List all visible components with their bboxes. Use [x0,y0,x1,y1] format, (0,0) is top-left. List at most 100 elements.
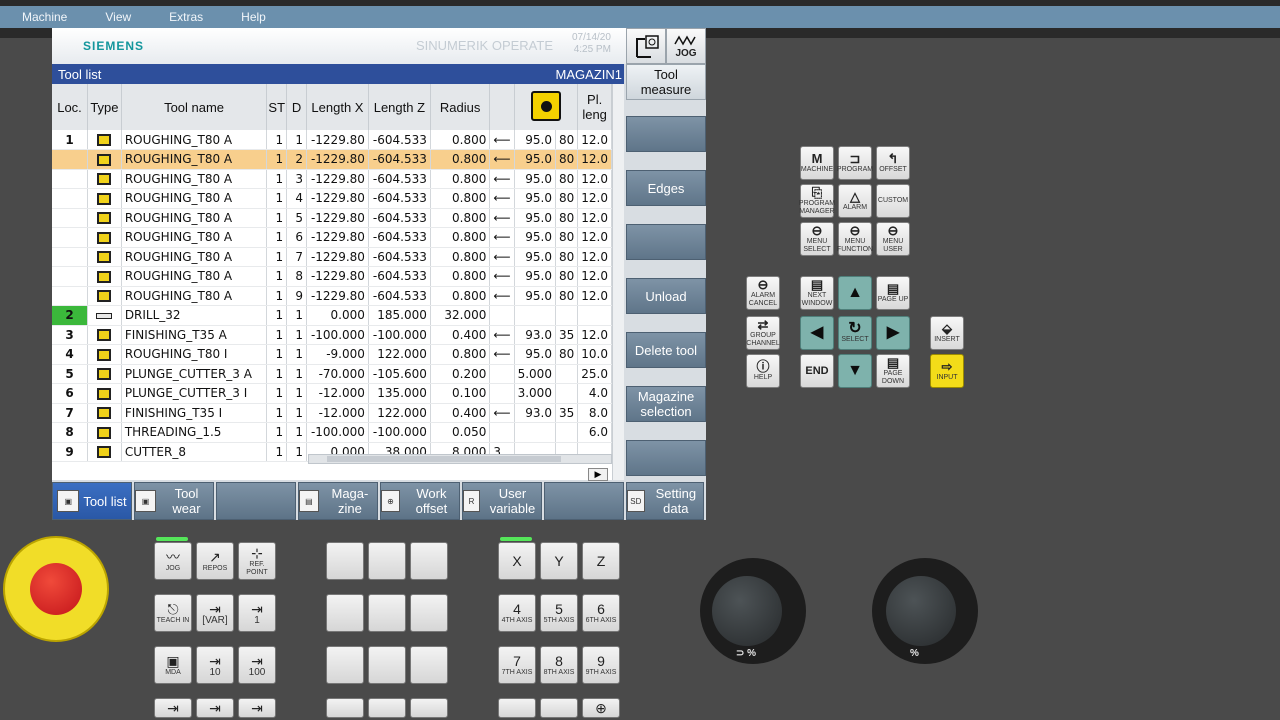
axis-blank-key-2[interactable] [540,698,578,718]
horizontal-scrollbar[interactable] [308,454,612,464]
menu-extras[interactable]: Extras [169,10,203,24]
var-key[interactable]: ⇥ [VAR] [196,594,234,632]
repos-key[interactable]: ↗ REPOS [196,542,234,580]
menu-help[interactable]: Help [241,10,266,24]
softkey-tool-wear[interactable]: ▣ Tool wear [134,482,214,520]
table-row[interactable]: ROUGHING_T80 A 1 6 -1229.80 -604.533 0.800 ⟵ 95… [52,227,612,248]
menu-select-key[interactable]: ⊖ MENU SELECT [800,222,834,256]
feed-override-knob[interactable] [712,576,782,646]
blank-key-4[interactable] [326,594,364,632]
blank-key-3[interactable] [410,542,448,580]
softkey-empty-1[interactable] [626,116,706,152]
blank-key-11[interactable] [368,698,406,718]
page-up-key[interactable]: ▤ PAGE UP [876,276,910,310]
softkey-empty-2[interactable] [626,224,706,260]
blank-key-5[interactable] [368,594,406,632]
softkey-empty-h1[interactable] [216,482,296,520]
arrow-left-key[interactable]: ◀ [800,316,834,350]
table-row[interactable]: 6 PLUNGE_CUTTER_3 I 1 1 -12.000 135.000 0.100 3… [52,383,612,404]
blank-key-2[interactable] [368,542,406,580]
inc1000-key[interactable]: ⇥ [196,698,234,718]
softkey-more-icon[interactable] [626,440,706,476]
program-manager-key[interactable]: ⎘ PROGRAM MANAGER [799,184,835,218]
emergency-stop-button[interactable] [30,563,82,615]
machine-key[interactable]: M MACHINE [800,146,834,180]
spindle-override-knob[interactable] [886,576,956,646]
table-row[interactable]: ROUGHING_T80 A 1 4 -1229.80 -604.533 0.800 ⟵ 95… [52,188,612,209]
next-window-key[interactable]: ▤ NEXT WINDOW [800,276,834,310]
softkey-setting-data[interactable]: SD Setting data [626,482,704,520]
axis5-key[interactable]: 5 5TH AXIS [540,594,578,632]
table-row[interactable]: 1 ROUGHING_T80 A 1 1 -1229.80 -604.533 0.800 ⟵ 9… [52,130,612,150]
softkey-user-variable[interactable]: R User variable [462,482,542,520]
ref-point-key[interactable]: ⊹ REF. POINT [238,542,276,580]
auto-key[interactable]: ⇥ [154,698,192,718]
menu-machine[interactable]: Machine [22,10,67,24]
softkey-delete-tool[interactable]: Delete tool [626,332,706,368]
z-axis-key[interactable]: Z [582,542,620,580]
blank-key-6[interactable] [410,594,448,632]
table-row[interactable]: ROUGHING_T80 A 1 9 -1229.80 -604.533 0.800 ⟵ 95… [52,286,612,306]
inc10000-key[interactable]: ⇥ [238,698,276,718]
page-down-key[interactable]: ▤ PAGE DOWN [876,354,910,388]
end-key[interactable]: END [800,354,834,388]
softkey-empty-h2[interactable] [544,482,624,520]
insert-key[interactable]: ⬙ INSERT [930,316,964,350]
menu-view[interactable]: View [105,10,131,24]
softkey-unload[interactable]: Unload [626,278,706,314]
axis-blank-key-1[interactable] [498,698,536,718]
blank-key-8[interactable] [368,646,406,684]
axis9-key[interactable]: 9 9TH AXIS [582,646,620,684]
scroll-thumb[interactable] [327,456,561,462]
x-axis-key[interactable]: X [498,542,536,580]
help-key[interactable]: ⓘ HELP [746,354,780,388]
blank-key-7[interactable] [326,646,364,684]
softkey-edges[interactable]: Edges [626,170,706,206]
axis4-key[interactable]: 4 4TH AXIS [498,594,536,632]
menu-user-key[interactable]: ⊖ MENU USER [876,222,910,256]
mda-key[interactable]: ▣ MDA [154,646,192,684]
select-key[interactable]: ↻ SELECT [838,316,872,350]
table-row[interactable]: 8 THREADING_1.5 1 1 -100.000 -100.000 0.050 6.0 [52,422,612,443]
softkey-work-offset[interactable]: ⊕ Work offset [380,482,460,520]
table-row[interactable]: ROUGHING_T80 A 1 7 -1229.80 -604.533 0.800 ⟵ 95… [52,247,612,267]
arrow-right-key[interactable]: ▶ [876,316,910,350]
table-row[interactable]: 7 FINISHING_T35 I 1 1 -12.000 122.000 0.400 ⟵ 93… [52,403,612,423]
blank-key-12[interactable] [410,698,448,718]
alarm-key[interactable]: △ ALARM [838,184,872,218]
table-row[interactable]: 2 DRILL_32 1 1 0.000 185.000 32.000 [52,305,612,326]
blank-key-1[interactable] [326,542,364,580]
jog-key[interactable]: 〰 JOG [154,542,192,580]
inc1-key[interactable]: ⇥ 1 [238,594,276,632]
jog-mode-icon[interactable]: JOG [666,28,706,64]
blank-key-10[interactable] [326,698,364,718]
arrow-down-key[interactable]: ▼ [838,354,872,388]
program-key[interactable]: ⊐ PROGRAM [837,146,873,180]
inc100-key[interactable]: ⇥ 100 [238,646,276,684]
alarm-cancel-key[interactable]: ⊖ ALARM CANCEL [746,276,780,310]
table-row[interactable]: 4 ROUGHING_T80 I 1 1 -9.000 122.000 0.800 ⟵ 95.0… [52,344,612,365]
softkey-magazine-selection[interactable]: Magazine selection [626,386,706,422]
table-row[interactable]: ROUGHING_T80 A 1 3 -1229.80 -604.533 0.800 ⟵ 95… [52,169,612,189]
blank-key-9[interactable] [410,646,448,684]
expand-arrow-icon[interactable]: ▶ [588,468,608,481]
offset-key[interactable]: ↰ OFFSET [876,146,910,180]
table-row[interactable]: ROUGHING_T80 A 1 2 -1229.80 -604.533 0.800 ⟵ 95… [52,149,612,170]
teach-in-key[interactable]: ⎋ TEACH IN [154,594,192,632]
axis7-key[interactable]: 7 7TH AXIS [498,646,536,684]
custom-key[interactable]: CUSTOM [876,184,910,218]
axis6-key[interactable]: 6 6TH AXIS [582,594,620,632]
softkey-magazine[interactable]: ▤ Maga-zine [298,482,378,520]
y-axis-key[interactable]: Y [540,542,578,580]
arrow-up-key[interactable]: ▲ [838,276,872,310]
vertical-scrollbar[interactable] [612,84,624,480]
table-row[interactable]: 5 PLUNGE_CUTTER_3 A 1 1 -70.000 -105.600 0.200… [52,364,612,384]
softkey-tool-list[interactable]: ▣ Tool list [52,482,132,520]
channel-icon[interactable] [626,28,666,64]
input-key[interactable]: ⇨ INPUT [930,354,964,388]
table-row[interactable]: ROUGHING_T80 A 1 5 -1229.80 -604.533 0.800 ⟵ 95… [52,208,612,228]
menu-function-key[interactable]: ⊖ MENU FUNCTION [837,222,873,256]
table-row[interactable]: ROUGHING_T80 A 1 8 -1229.80 -604.533 0.800 ⟵ 95… [52,266,612,287]
axis8-key[interactable]: 8 8TH AXIS [540,646,578,684]
rapid-traverse-key[interactable]: ⊕ [582,698,620,718]
